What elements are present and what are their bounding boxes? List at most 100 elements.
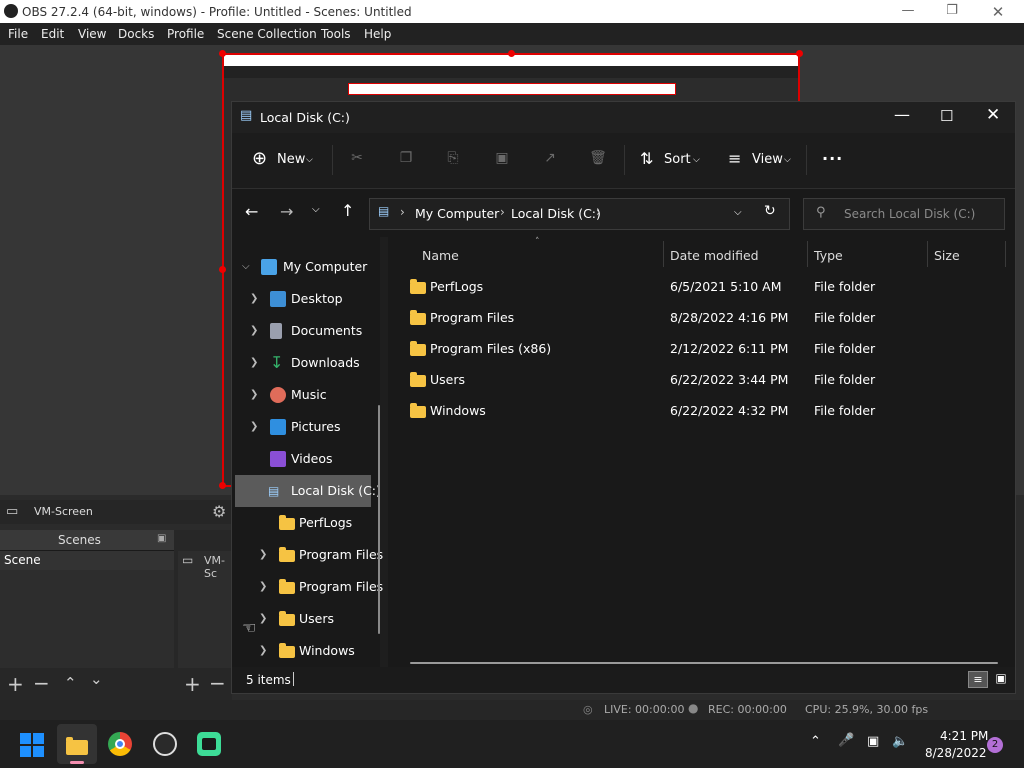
- chevron-right-icon[interactable]: ❯: [250, 283, 258, 315]
- clock-time[interactable]: 4:21 PM: [940, 729, 988, 743]
- column-header-name[interactable]: Name: [422, 248, 459, 263]
- table-row[interactable]: PerfLogs 6/5/2021 5:10 AM File folder: [388, 271, 1015, 302]
- volume-icon[interactable]: 🔈: [892, 734, 908, 749]
- nav-item-music[interactable]: ❯ Music: [232, 379, 380, 411]
- column-divider[interactable]: [1005, 241, 1006, 267]
- resize-handle[interactable]: [219, 482, 226, 489]
- resize-handle[interactable]: [508, 50, 515, 57]
- maximize-button[interactable]: ☐: [940, 107, 953, 125]
- share-icon[interactable]: ↗: [541, 150, 559, 168]
- microphone-icon[interactable]: 🎤: [838, 733, 854, 748]
- remove-source-button[interactable]: −: [209, 671, 226, 695]
- menu-docks[interactable]: Docks: [118, 27, 154, 41]
- add-source-button[interactable]: +: [184, 672, 201, 696]
- column-divider[interactable]: [807, 241, 808, 267]
- table-row[interactable]: Users 6/22/2022 3:44 PM File folder: [388, 364, 1015, 395]
- column-divider[interactable]: [927, 241, 928, 267]
- move-up-button[interactable]: ⌃: [64, 674, 77, 692]
- nav-item-desktop[interactable]: ❯ Desktop: [232, 283, 380, 315]
- clock-date[interactable]: 8/28/2022: [925, 746, 987, 760]
- network-icon[interactable]: ▣: [867, 734, 879, 749]
- breadcrumb-local-disk[interactable]: Local Disk (C:): [511, 206, 601, 221]
- source-item[interactable]: VM-Sc: [204, 554, 232, 580]
- resize-handle[interactable]: [796, 50, 803, 57]
- refresh-icon[interactable]: ↻: [764, 203, 776, 219]
- column-header-size[interactable]: Size: [934, 248, 960, 263]
- back-button[interactable]: ←: [245, 202, 258, 221]
- nav-item-my-computer[interactable]: ⌵ My Computer: [232, 251, 380, 283]
- chevron-up-icon[interactable]: ⌃: [810, 734, 821, 749]
- obs-minimize-button[interactable]: —: [898, 3, 918, 18]
- menu-tools[interactable]: Tools: [321, 27, 351, 41]
- list-item[interactable]: Scene: [0, 551, 174, 570]
- search-input[interactable]: ⚲ Search Local Disk (C:): [803, 198, 1005, 230]
- chrome-icon[interactable]: [108, 732, 132, 756]
- nav-item-downloads[interactable]: ❯ ↧ Downloads: [232, 347, 380, 379]
- up-button[interactable]: ↑: [341, 201, 354, 220]
- taskbar-explorer-button[interactable]: [57, 724, 97, 764]
- copy-icon[interactable]: ❐: [397, 150, 415, 168]
- sort-button[interactable]: Sort: [664, 152, 691, 167]
- chevron-down-icon[interactable]: ⌵: [242, 251, 250, 283]
- menu-help[interactable]: Help: [364, 27, 391, 41]
- nav-item-perflogs[interactable]: PerfLogs: [232, 507, 380, 539]
- table-row[interactable]: Program Files 8/28/2022 4:16 PM File fol…: [388, 302, 1015, 333]
- tiles-view-button[interactable]: ▣: [992, 671, 1010, 688]
- chevron-right-icon[interactable]: ❯: [259, 571, 267, 603]
- nav-item-local-disk[interactable]: ▤ Local Disk (C:): [235, 475, 381, 507]
- more-options-button[interactable]: ...: [822, 145, 843, 164]
- chevron-right-icon[interactable]: ❯: [259, 539, 267, 571]
- column-header-type[interactable]: Type: [814, 248, 843, 263]
- menu-scene-collection[interactable]: Scene Collection: [217, 27, 317, 41]
- address-dropdown-icon[interactable]: ⌵: [734, 207, 742, 218]
- column-divider[interactable]: [663, 241, 664, 267]
- move-down-button[interactable]: ⌄: [90, 670, 103, 688]
- obs-maximize-button[interactable]: ❐: [942, 3, 962, 18]
- nav-item-windows[interactable]: ❯ Windows: [232, 635, 380, 667]
- nav-item-videos[interactable]: Videos: [232, 443, 380, 475]
- close-button[interactable]: ✕: [986, 105, 1000, 125]
- resize-handle[interactable]: [219, 266, 226, 273]
- chevron-right-icon[interactable]: ❯: [250, 379, 258, 411]
- chevron-right-icon[interactable]: ❯: [250, 315, 258, 347]
- table-row[interactable]: Program Files (x86) 2/12/2022 6:11 PM Fi…: [388, 333, 1015, 364]
- breadcrumb-my-computer[interactable]: My Computer: [415, 206, 499, 221]
- menu-view[interactable]: View: [78, 27, 106, 41]
- cut-icon[interactable]: ✂: [348, 150, 366, 168]
- nav-item-pictures[interactable]: ❯ Pictures: [232, 411, 380, 443]
- resize-handle[interactable]: [219, 50, 226, 57]
- gear-icon[interactable]: ⚙: [212, 502, 226, 521]
- menu-file[interactable]: File: [8, 27, 28, 41]
- nav-item-program-files-x86[interactable]: ❯ Program Files: [232, 571, 383, 603]
- nav-item-documents[interactable]: ❯ Documents: [232, 315, 380, 347]
- forward-button[interactable]: →: [280, 202, 293, 221]
- undock-icon[interactable]: ▣: [157, 533, 166, 544]
- details-view-button[interactable]: ≡: [968, 671, 988, 688]
- table-row[interactable]: Windows 6/22/2022 4:32 PM File folder: [388, 395, 1015, 426]
- horizontal-scrollbar[interactable]: [410, 662, 998, 664]
- minimize-button[interactable]: —: [894, 105, 910, 124]
- obs-close-button[interactable]: ✕: [988, 3, 1008, 21]
- column-header-date[interactable]: Date modified: [670, 248, 759, 263]
- recent-locations-button[interactable]: ⌵: [312, 204, 320, 215]
- rename-icon[interactable]: ▣: [493, 150, 511, 168]
- chevron-right-icon[interactable]: ❯: [250, 411, 258, 443]
- address-bar[interactable]: ▤ › My Computer › Local Disk (C:) › ⌵ ↻: [369, 198, 790, 230]
- delete-icon[interactable]: 🗑: [589, 150, 607, 168]
- menu-edit[interactable]: Edit: [41, 27, 64, 41]
- notification-badge[interactable]: 2: [987, 737, 1003, 753]
- start-button[interactable]: [20, 733, 44, 757]
- obs-icon[interactable]: [153, 732, 177, 756]
- chevron-right-icon[interactable]: ❯: [250, 347, 258, 379]
- nav-scrollbar[interactable]: [378, 405, 380, 634]
- view-button[interactable]: View: [752, 152, 783, 167]
- remove-scene-button[interactable]: −: [33, 671, 50, 695]
- chevron-right-icon[interactable]: ❯: [259, 635, 267, 667]
- paste-icon[interactable]: ⎘: [444, 150, 462, 168]
- app-icon[interactable]: [197, 732, 221, 756]
- add-scene-button[interactable]: +: [7, 672, 24, 696]
- new-button[interactable]: New: [277, 152, 305, 167]
- chevron-right-icon[interactable]: ❯: [259, 603, 267, 635]
- menu-profile[interactable]: Profile: [167, 27, 204, 41]
- nav-item-program-files[interactable]: ❯ Program Files: [232, 539, 383, 571]
